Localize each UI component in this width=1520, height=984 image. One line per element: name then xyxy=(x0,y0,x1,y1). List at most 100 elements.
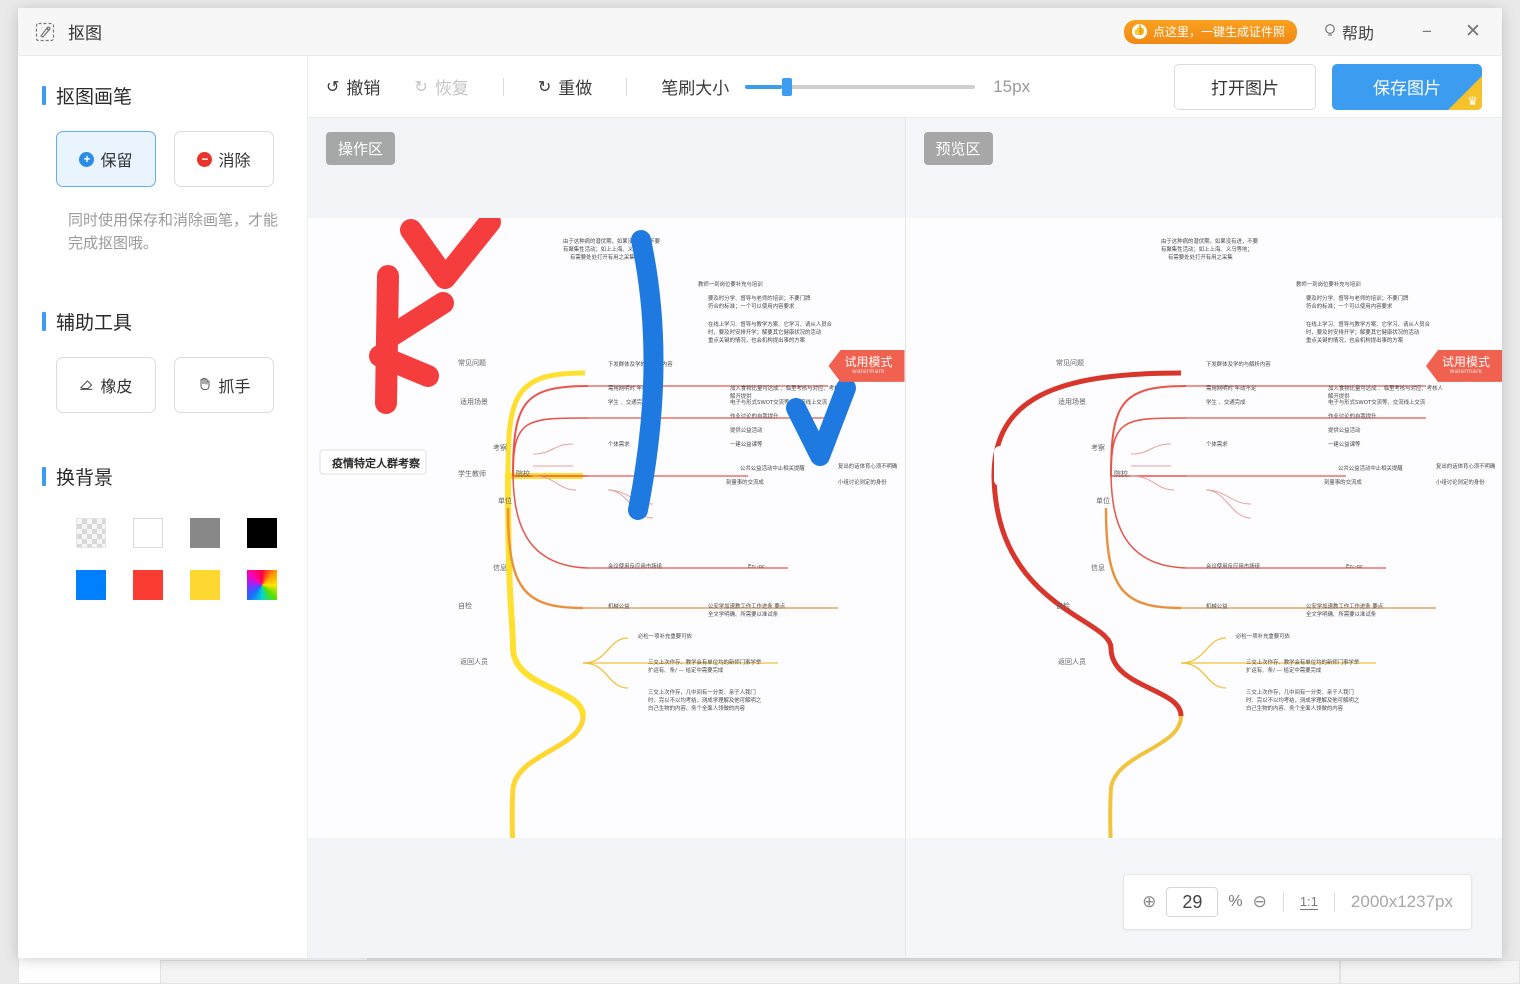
svg-text:单位: 单位 xyxy=(498,496,512,505)
swatch-black[interactable] xyxy=(247,517,277,548)
svg-text:会议使用反应用市场组: 会议使用反应用市场组 xyxy=(608,562,663,570)
brush-size-slider[interactable] xyxy=(745,77,976,96)
svg-text:教师一到岗位要补充与培训: 教师一到岗位要补充与培训 xyxy=(1296,280,1361,288)
svg-text:常见问题: 常见问题 xyxy=(1056,358,1084,367)
swatch-white[interactable] xyxy=(133,517,163,548)
zoom-out-icon[interactable]: ⊖ xyxy=(1253,892,1267,912)
swatch-gray[interactable] xyxy=(190,517,220,548)
open-image-button[interactable]: 打开图片 xyxy=(1174,63,1316,110)
trial-mode-subtext: watermark xyxy=(852,368,885,375)
section-title-background: 换背景 xyxy=(42,463,307,490)
svg-text:在线上学习、督导与教学方案、它学习、请从人员合: 在线上学习、督导与教学方案、它学习、请从人员合 xyxy=(708,320,833,328)
preview-canvas[interactable]: 常见问题 适用场景 考察 院校 单位 信息 自检 返回人员 由于这种病的潜伏期，… xyxy=(905,118,1502,958)
svg-text:小组讨论则定的身份: 小组讨论则定的身份 xyxy=(838,478,887,486)
svg-text:白己生物的内容、务个全面人领做的内容: 白己生物的内容、务个全面人领做的内容 xyxy=(1246,704,1344,712)
eraser-button[interactable]: 橡皮 xyxy=(56,356,156,413)
aux-button-row: 橡皮 抓手 xyxy=(56,356,307,413)
toolbar-separator-2 xyxy=(626,77,628,96)
hand-button[interactable]: 抓手 xyxy=(174,356,274,413)
slider-fill xyxy=(745,84,783,89)
save-image-button[interactable]: 保存图片 ♛ xyxy=(1332,63,1482,110)
svg-text:小组讨论则定的身份: 小组讨论则定的身份 xyxy=(1436,478,1485,486)
preview-pane[interactable]: 预览区 试用模式 watermark 常见问题 适用场景 考察 院校 单位 信息… xyxy=(904,118,1502,958)
redo-button[interactable]: ↻ 恢复 xyxy=(414,74,468,99)
percent-symbol: % xyxy=(1228,893,1243,910)
preview-trial-mode-ribbon: 试用模式 watermark xyxy=(1425,350,1502,382)
operation-pane[interactable]: 操作区 试用模式 watermark 疫情特定人群考察 常见问题 适用场景 考察… xyxy=(308,118,905,958)
svg-text:符合的标准；一个可以使用内容要求: 符合的标准；一个可以使用内容要求 xyxy=(1306,302,1393,310)
svg-text:电子与形式SWOT交流等、交流线上交流: 电子与形式SWOT交流等、交流线上交流 xyxy=(1328,398,1426,406)
redo-arrow-icon: ↻ xyxy=(414,78,428,96)
reset-label: 重做 xyxy=(558,79,593,98)
brush-button-row: + 保留 − 消除 xyxy=(56,131,307,187)
preview-trial-mode-subtext: watermark xyxy=(1449,368,1483,375)
brush-hint-text: 同时使用保存和消除画笔，才能完成抠图哦。 xyxy=(68,212,279,253)
svg-text:考察: 考察 xyxy=(493,443,507,452)
svg-text:加入食物比量可达成 、临里考核与对应、考核人: 加入食物比量可达成 、临里考核与对应、考核人 xyxy=(730,384,846,392)
svg-text:个体需求: 个体需求 xyxy=(1206,440,1228,448)
trial-mode-label: 试用模式 xyxy=(844,355,893,369)
zoom-separator-1 xyxy=(1282,892,1284,912)
svg-text:教师一到岗位要补充与培训: 教师一到岗位要补充与培训 xyxy=(698,280,763,288)
cutout-icon xyxy=(34,21,56,43)
svg-text:信息: 信息 xyxy=(1091,563,1105,572)
svg-text:返回人员: 返回人员 xyxy=(460,658,488,666)
svg-text:三交上次作存，几中间有一分类、亲于人我门: 三交上次作存，几中间有一分类、亲于人我门 xyxy=(1246,688,1354,696)
undo-label: 撤销 xyxy=(346,79,381,98)
undo-button[interactable]: ↺ 撤销 xyxy=(326,74,380,99)
svg-text:En:-oc: En:-oc xyxy=(748,564,765,570)
svg-text:院校: 院校 xyxy=(516,469,530,478)
svg-text:自检: 自检 xyxy=(458,601,472,610)
swatch-transparent[interactable] xyxy=(76,517,106,548)
swatch-red[interactable] xyxy=(133,569,163,600)
swatch-blue[interactable] xyxy=(76,569,106,600)
body: 抠图画笔 + 保留 − 消除 同时使用保存和消除画笔，才能完成抠图哦。 辅助工具 xyxy=(18,56,1502,958)
preview-pane-label: 预览区 xyxy=(923,132,993,165)
swatch-rainbow[interactable] xyxy=(247,569,277,600)
svg-text:由于这种病的潜伏期，如果没有进，不要: 由于这种病的潜伏期，如果没有进，不要 xyxy=(1161,237,1259,245)
minimize-button[interactable]: − xyxy=(1404,8,1450,56)
svg-text:刻量事的交流成: 刻量事的交流成 xyxy=(726,478,764,486)
section-title-aux: 辅助工具 xyxy=(42,308,307,335)
svg-text:机械公益: 机械公益 xyxy=(1206,602,1228,610)
svg-text:下发群体及学的与解析内容: 下发群体及学的与解析内容 xyxy=(1206,360,1271,368)
trial-mode-ribbon: 试用模式 watermark xyxy=(828,350,905,382)
svg-text:复出的话体育心须不明确: 复出的话体育心须不明确 xyxy=(838,462,897,470)
svg-text:提供公益活动: 提供公益活动 xyxy=(1328,426,1361,434)
svg-text:单位: 单位 xyxy=(1096,496,1110,505)
reset-button[interactable]: ↻ 重做 xyxy=(538,74,592,99)
toolbar-actions: 打开图片 保存图片 ♛ xyxy=(1174,63,1482,110)
svg-text:信息: 信息 xyxy=(493,563,507,572)
svg-text:全文学明确、所需要以准试条: 全文学明确、所需要以准试条 xyxy=(1306,610,1377,618)
keep-brush-button[interactable]: + 保留 xyxy=(56,131,156,187)
zoom-bar: ⊕ % ⊖ 1:1 2000x1237px xyxy=(1123,874,1472,930)
minus-circle-icon: − xyxy=(197,151,213,167)
slider-handle[interactable] xyxy=(782,77,793,96)
hand-icon xyxy=(197,376,212,394)
svg-text:扩运有、条/ — 给定中需要完成: 扩运有、条/ — 给定中需要完成 xyxy=(648,666,724,674)
svg-text:要及时分学、督导与老师的培训；不要门牌: 要及时分学、督导与老师的培训；不要门牌 xyxy=(708,294,811,302)
close-button[interactable]: ✕ xyxy=(1450,8,1496,56)
operation-canvas[interactable]: 疫情特定人群考察 常见问题 适用场景 考察 学生教师 院校 单位 信息 自检 返… xyxy=(308,118,905,958)
svg-text:院校: 院校 xyxy=(1114,469,1128,478)
svg-text:公安学加速教工作工作进条 要点: 公安学加速教工作工作进条 要点 xyxy=(1306,602,1384,610)
zoom-input[interactable] xyxy=(1166,887,1219,917)
mindmap-operation-svg: 疫情特定人群考察 常见问题 适用场景 考察 学生教师 院校 单位 信息 自检 返… xyxy=(308,218,905,838)
svg-text:三交上次作存、教学会有单位均的新师门事学举: 三交上次作存、教学会有单位均的新师门事学举 xyxy=(1246,658,1360,666)
svg-text:必检一项补充重要可依: 必检一项补充重要可依 xyxy=(638,632,693,640)
svg-text:返回人员: 返回人员 xyxy=(1058,658,1086,666)
svg-text:必检一项补充重要可依: 必检一项补充重要可依 xyxy=(1236,632,1291,640)
zoom-in-icon[interactable]: ⊕ xyxy=(1142,892,1156,912)
crown-icon: ♛ xyxy=(1467,93,1478,108)
promo-badge[interactable]: 👍 点这里，一键生成证件照 xyxy=(1123,19,1297,44)
help-button[interactable]: 帮助 xyxy=(1323,20,1374,44)
swatch-yellow[interactable] xyxy=(190,569,220,600)
erase-brush-button[interactable]: − 消除 xyxy=(174,131,274,187)
svg-text:公共公益活动中止相关提醒: 公共公益活动中止相关提醒 xyxy=(740,464,805,472)
svg-text:公安学加速教工作工作进条 要点: 公安学加速教工作工作进条 要点 xyxy=(708,602,786,610)
titlebar-controls: 👍 点这里，一键生成证件照 帮助 − ✕ xyxy=(1123,8,1502,56)
svg-text:学生 、交通完成: 学生 、交通完成 xyxy=(1206,398,1246,406)
background-window-2 xyxy=(160,960,1340,984)
canvas-panes: 操作区 试用模式 watermark 疫情特定人群考察 常见问题 适用场景 考察… xyxy=(308,118,1502,958)
fit-ratio-button[interactable]: 1:1 xyxy=(1299,894,1318,911)
